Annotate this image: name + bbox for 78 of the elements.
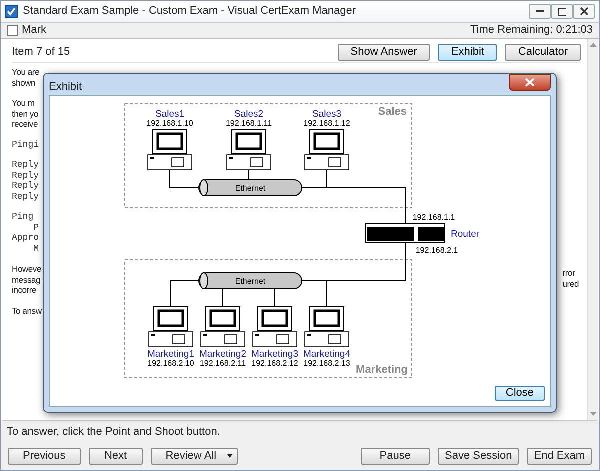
minimize-icon [536,10,544,13]
computer-icon [148,306,194,348]
minimize-button[interactable] [529,4,551,19]
question-text: M [32,244,40,254]
close-icon [525,78,535,87]
question-text: Reply [12,181,40,192]
question-text: then yo [12,108,40,119]
question-text: receive [12,119,40,130]
maximize-icon [558,8,566,16]
computer-icon [226,130,272,170]
segment-label: Sales [378,106,407,118]
host-name: Marketing3 [252,349,298,360]
close-button[interactable] [573,4,595,19]
ethernet-label: Ethernet [235,277,266,286]
toolbar-button[interactable]: Calculator [505,44,581,61]
time-remaining: Time Remaining: 0:21:03 [470,23,593,38]
question-text: Reply [12,192,40,202]
host-name: Marketing4 [304,349,350,360]
caret-icon [226,454,233,458]
ip-address: 192.168.1.11 [226,119,272,128]
computer-icon [252,306,298,348]
computer-icon [148,130,192,170]
ip-address: 192.168.2.13 [304,359,350,368]
question-text: Pingi [12,140,40,150]
nav-button[interactable]: Save Session [438,448,520,465]
ip-address: 192.168.2.11 [200,359,246,368]
ip-address: 192.168.1.1 [412,213,456,222]
computer-icon [304,130,350,170]
question-text: messag [12,274,42,285]
mark-checkbox[interactable] [7,25,18,36]
nav-button[interactable]: Previous [8,448,81,465]
close-icon [580,7,588,16]
host-name: Sales3 [312,109,342,120]
ip-address: 192.168.1.12 [304,119,350,128]
window-title: Standard Exam Sample - Custom Exam - Visual CertExam Manager [23,4,356,20]
host-name: Sales1 [155,109,185,120]
ip-address: 192.168.2.1 [416,246,458,255]
question-text: rror [562,268,576,278]
close-dialog-button[interactable]: Close [494,386,545,401]
nav-button[interactable]: End Exam [527,448,592,465]
toolbar-button[interactable]: Exhibit [438,44,498,61]
segment-label: Marketing [356,364,408,376]
ethernet-cable-icon [198,180,302,196]
app-icon [5,5,18,18]
question-text: You m [12,98,36,108]
host-name: Sales2 [234,109,264,120]
ip-address: 192.168.1.10 [146,119,194,128]
host-name: Marketing2 [200,349,246,360]
question-text: P [32,222,40,233]
dialog-title: Exhibit [49,80,82,95]
ip-address: 192.168.2.10 [148,359,194,368]
nav-button[interactable]: Pause [360,448,430,465]
close-button[interactable] [509,74,551,91]
host-name: Marketing1 [148,349,194,360]
nav-button[interactable]: Next [88,448,143,465]
computer-icon [200,306,246,348]
maximize-button[interactable] [551,4,573,19]
nav-button[interactable]: Review All [150,448,238,465]
question-text: Reply [12,170,40,181]
computer-icon [304,306,350,348]
question-text: Howeve [12,264,42,274]
question-text: shown [12,78,37,88]
question-text: ured [562,278,579,289]
item-counter: Item 7 of 15 [12,45,70,60]
question-text: To answ [12,306,42,316]
status-text: To answer, click the Point and Shoot button. [7,424,220,440]
ethernet-label: Ethernet [235,184,266,193]
question-text: You are [12,67,41,78]
question-text: Ping [12,212,35,222]
ip-address: 192.168.2.12 [252,359,298,368]
question-text: Appro [12,233,40,244]
router-label: Router [451,229,480,240]
question-text: incorre [12,285,38,296]
ethernet-cable-icon [198,272,302,290]
question-text: Reply [12,160,40,170]
mark-label: Mark [22,23,46,38]
router-icon [366,224,446,244]
toolbar-button[interactable]: Show Answer [338,44,430,61]
